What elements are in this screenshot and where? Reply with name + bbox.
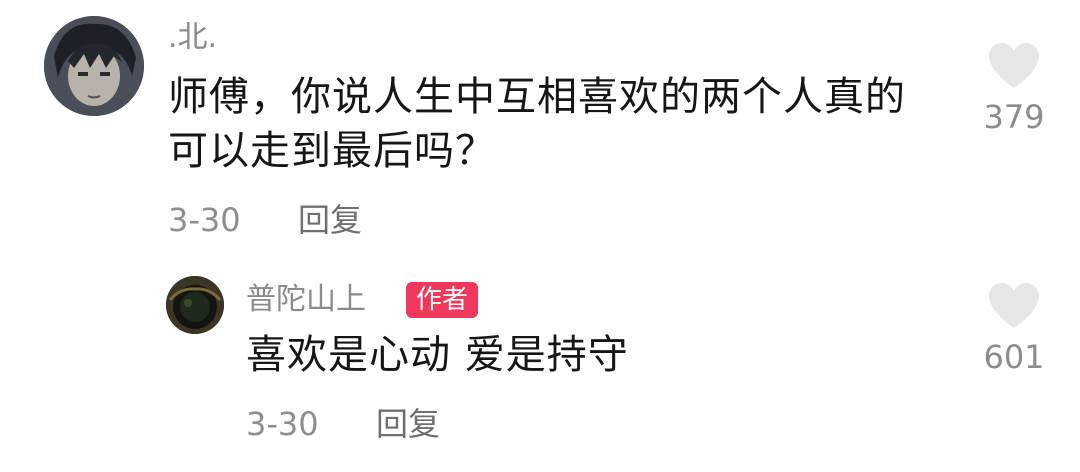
like-count: 379: [983, 98, 1045, 136]
well-avatar-icon: [166, 276, 224, 334]
comment-text-line-2: 可以走到最后吗？: [168, 128, 496, 174]
avatar[interactable]: [44, 16, 144, 116]
heart-icon: [989, 283, 1039, 328]
reply-username[interactable]: 普陀山上: [246, 282, 366, 318]
heart-icon: [989, 43, 1039, 88]
comment-date: 3-30: [168, 201, 241, 239]
reply-date: 3-30: [246, 405, 319, 443]
like-button[interactable]: 379: [974, 42, 1054, 136]
reply-button[interactable]: 回复: [298, 200, 362, 240]
anime-avatar-icon: [44, 16, 144, 116]
reply-avatar[interactable]: [166, 276, 224, 334]
reply-reply-button[interactable]: 回复: [376, 404, 440, 444]
reply-text: 喜欢是心动 爱是持守: [246, 332, 629, 378]
author-badge: 作者: [406, 282, 479, 318]
comment-username[interactable]: .北.: [168, 20, 217, 56]
reply-like-count: 601: [983, 338, 1045, 376]
comment-text-line-1: 师傅，你说人生中互相喜欢的两个人真的: [168, 74, 906, 120]
reply-like-button[interactable]: 601: [974, 282, 1054, 376]
